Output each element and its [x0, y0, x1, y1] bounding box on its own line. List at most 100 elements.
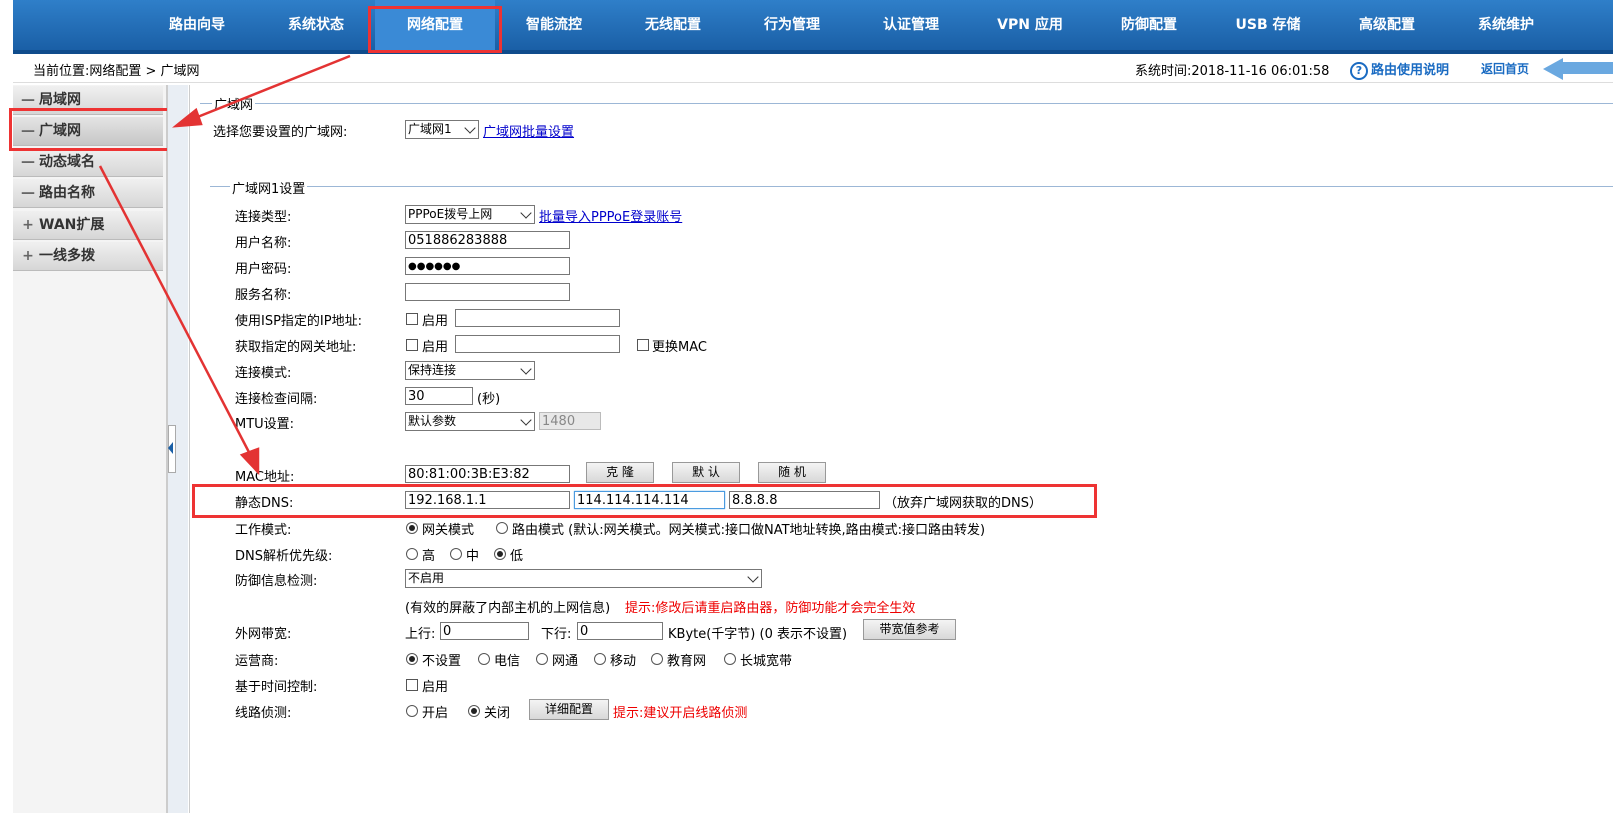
router-mode-label: 路由模式 (默认:网关模式。网关模式:接口做NAT地址转换,路由模式:接口路由转…	[512, 523, 986, 538]
home-link[interactable]: 返回首页	[1481, 60, 1529, 77]
username-input[interactable]: 051886283888	[405, 231, 570, 249]
clone-mac-button[interactable]: 克 隆	[586, 462, 654, 483]
time-control-checkbox[interactable]	[406, 679, 418, 691]
system-time: 系统时间:2018-11-16 06:01:58	[1135, 64, 1330, 79]
downstream-input[interactable]: 0	[577, 622, 663, 640]
sidebar: — 局域网 — 广域网 — 动态域名 — 路由名称 + WAN扩展 + 一线多拨	[13, 85, 167, 813]
sidebar-item-ddns[interactable]: — 动态域名	[13, 148, 163, 177]
help-icon: ?	[1350, 62, 1368, 80]
password-input[interactable]: ●●●●●●	[405, 257, 570, 275]
bandwidth-ref-button[interactable]: 带宽值参考	[863, 619, 956, 640]
upstream-label: 上行:	[405, 627, 436, 642]
isp-edu-radio[interactable]	[651, 653, 663, 665]
conn-mode-label: 连接模式:	[235, 366, 292, 381]
gateway-mode-label: 网关模式	[422, 523, 475, 538]
nav-vpn[interactable]: VPN 应用	[970, 0, 1090, 50]
default-mac-button[interactable]: 默 认	[672, 462, 740, 483]
change-mac-label: 更换MAC	[652, 340, 707, 355]
isp-telecom-label: 电信	[494, 654, 521, 669]
annotation-box-dns	[192, 484, 1097, 518]
nav-wireless-config[interactable]: 无线配置	[613, 0, 733, 50]
priority-mid-radio[interactable]	[450, 548, 462, 560]
defense-select[interactable]: 不启用	[405, 569, 762, 588]
wan-batch-link[interactable]: 广域网批量设置	[483, 121, 574, 140]
isp-netcom-radio[interactable]	[536, 653, 548, 665]
nav-system-maintenance[interactable]: 系统维护	[1446, 0, 1566, 50]
isp-telecom-radio[interactable]	[478, 653, 490, 665]
detect-on-label: 开启	[422, 706, 449, 721]
isp-greatwall-radio[interactable]	[724, 653, 736, 665]
sidebar-item-wan-ext[interactable]: + WAN扩展	[13, 211, 163, 240]
isp-greatwall-label: 长城宽带	[740, 654, 793, 669]
chevron-down-icon	[520, 207, 532, 219]
defense-note: (有效的屏蔽了内部主机的上网信息)	[405, 601, 611, 616]
nav-advanced-config[interactable]: 高级配置	[1327, 0, 1447, 50]
sidebar-toggle-gutter	[167, 85, 188, 813]
nav-auth-mgmt[interactable]: 认证管理	[851, 0, 971, 50]
top-nav: 路由向导 系统状态 网络配置 智能流控 无线配置 行为管理 认证管理 VPN 应…	[13, 0, 1613, 54]
nav-smart-flow[interactable]: 智能流控	[494, 0, 614, 50]
line-detect-hint: 提示:建议开启线路侦测	[613, 706, 748, 721]
mtu-mode-select[interactable]: 默认参数	[405, 412, 535, 431]
mac-input[interactable]: 80:81:00:3B:E3:82	[405, 465, 570, 483]
upstream-input[interactable]: 0	[440, 622, 529, 640]
bandwidth-unit: KByte(千字节) (0 表示不设置)	[668, 627, 848, 642]
annotation-box-nav	[368, 6, 502, 53]
downstream-label: 下行:	[541, 627, 572, 642]
conn-mode-select[interactable]: 保持连接	[405, 361, 535, 380]
random-mac-button[interactable]: 随 机	[758, 462, 826, 483]
isp-edu-label: 教育网	[667, 654, 707, 669]
back-arrow-icon[interactable]	[1543, 58, 1563, 80]
detect-on-radio[interactable]	[406, 705, 418, 717]
dns-priority-label: DNS解析优先级:	[235, 549, 333, 564]
priority-low-label: 低	[510, 549, 524, 564]
fieldset-line	[210, 186, 1613, 187]
seconds-unit: (秒)	[477, 392, 501, 407]
chevron-down-icon	[747, 571, 759, 583]
bandwidth-label: 外网带宽:	[235, 627, 292, 642]
service-name-label: 服务名称:	[235, 288, 292, 303]
gateway-input[interactable]	[455, 335, 620, 353]
main-content: 广域网 选择您要设置的广域网: 广域网1 广域网批量设置 广域网1设置 连接类型…	[189, 85, 1613, 813]
batch-import-link[interactable]: 批量导入PPPoE登录账号	[539, 206, 682, 225]
priority-high-radio[interactable]	[406, 548, 418, 560]
isp-none-label: 不设置	[422, 654, 462, 669]
sidebar-item-router-name[interactable]: — 路由名称	[13, 179, 163, 208]
router-mode-radio[interactable]	[496, 522, 508, 534]
isp-none-radio[interactable]	[406, 653, 418, 665]
line-detect-label: 线路侦测:	[235, 706, 292, 721]
wan-select-label: 选择您要设置的广域网:	[213, 125, 348, 140]
priority-low-radio[interactable]	[494, 548, 506, 560]
help-link[interactable]: ? 路由使用说明	[1350, 59, 1449, 80]
detect-off-radio[interactable]	[468, 705, 480, 717]
breadcrumb-bar: 当前位置:网络配置 > 广域网 系统时间:2018-11-16 06:01:58…	[13, 56, 1613, 83]
chevron-down-icon	[520, 363, 532, 375]
check-interval-input[interactable]: 30	[405, 387, 473, 405]
wan-select[interactable]: 广域网1	[405, 120, 479, 139]
conn-type-select[interactable]: PPPoE拨号上网	[405, 205, 535, 224]
detect-off-label: 关闭	[484, 706, 511, 721]
nav-behavior-mgmt[interactable]: 行为管理	[732, 0, 852, 50]
isp-ip-checkbox[interactable]	[406, 313, 418, 325]
service-name-input[interactable]	[405, 283, 570, 301]
gateway-mode-radio[interactable]	[406, 522, 418, 534]
detail-config-button[interactable]: 详细配置	[529, 699, 609, 720]
isp-mobile-radio[interactable]	[594, 653, 606, 665]
nav-defense-config[interactable]: 防御配置	[1089, 0, 1209, 50]
time-control-label: 基于时间控制:	[235, 680, 318, 695]
nav-system-status[interactable]: 系统状态	[256, 0, 376, 50]
nav-route-wizard[interactable]: 路由向导	[137, 0, 257, 50]
section-legend-wan1: 广域网1设置	[230, 178, 308, 197]
mac-label: MAC地址:	[235, 470, 295, 485]
breadcrumb: 当前位置:网络配置 > 广域网	[33, 64, 200, 79]
isp-ip-input[interactable]	[455, 309, 620, 327]
collapse-toggle-icon[interactable]	[168, 425, 176, 473]
gateway-checkbox[interactable]	[406, 339, 418, 351]
priority-high-label: 高	[422, 549, 436, 564]
check-interval-label: 连接检查间隔:	[235, 392, 318, 407]
change-mac-checkbox[interactable]	[637, 339, 649, 351]
password-label: 用户密码:	[235, 262, 292, 277]
sidebar-item-multi-dial[interactable]: + 一线多拨	[13, 242, 163, 271]
priority-mid-label: 中	[466, 549, 480, 564]
nav-usb-storage[interactable]: USB 存储	[1208, 0, 1328, 50]
